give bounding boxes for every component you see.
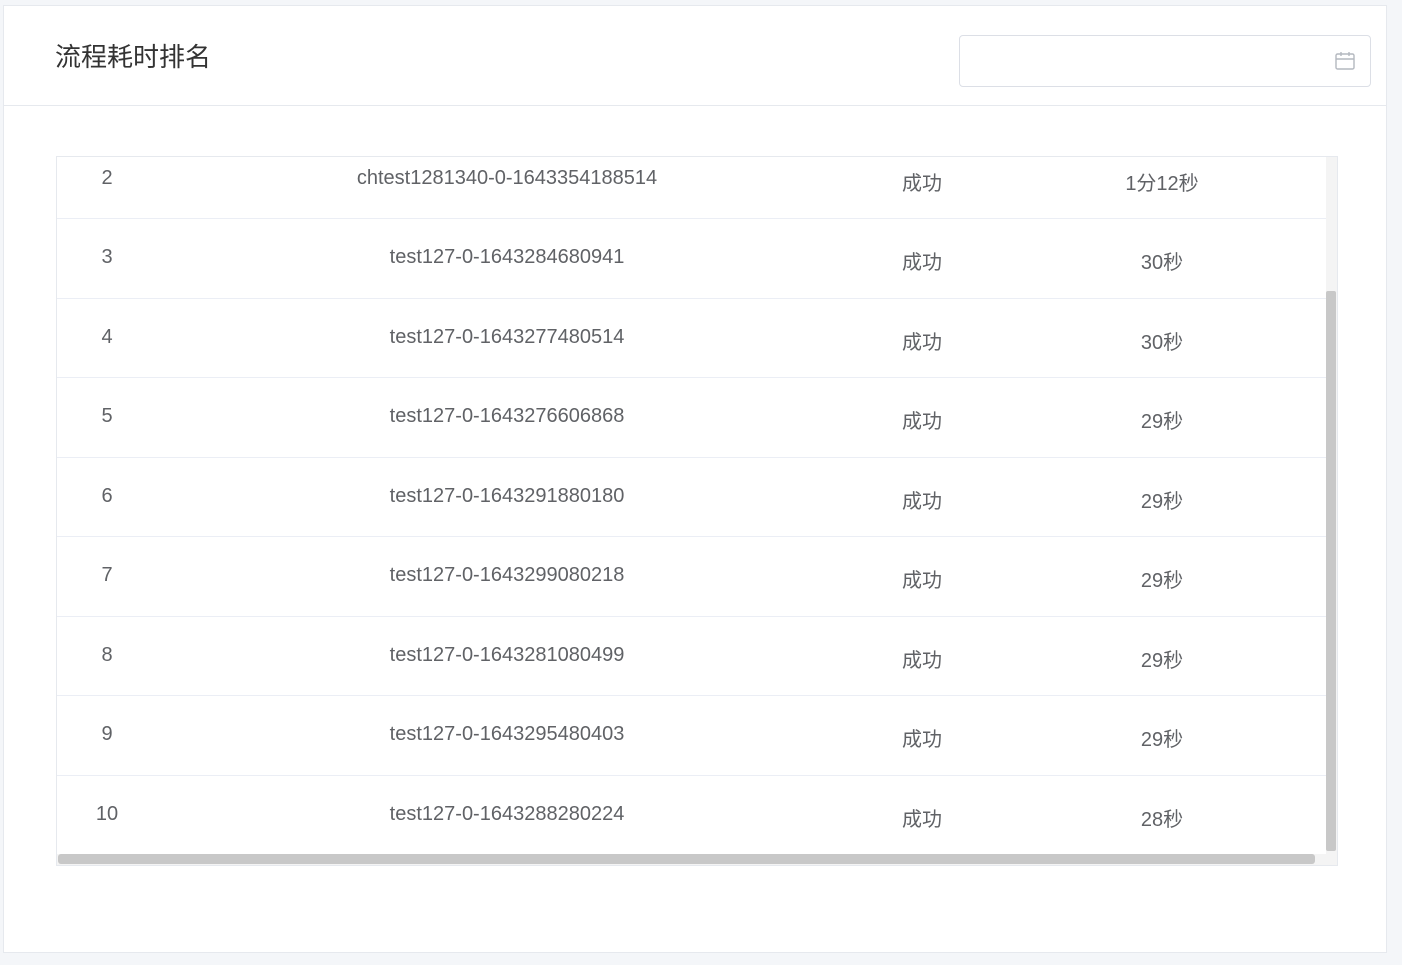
process-name-cell: test127-0-1643299080218 <box>389 564 625 586</box>
process-name-cell: test127-0-1643288280224 <box>389 802 625 825</box>
rank-cell: 10 <box>95 802 119 825</box>
status-cell: 成功 <box>902 729 942 751</box>
status-cell: 成功 <box>902 649 942 672</box>
duration-cell: 30秒 <box>1140 331 1184 354</box>
panel-header: 流程耗时排名 <box>4 6 1386 106</box>
panel-title: 流程耗时排名 <box>55 42 212 72</box>
rank-cell: 3 <box>101 246 113 268</box>
ranking-table: 2 chtest1281340-0-1643354188514 成功 1分12秒… <box>56 156 1338 866</box>
process-name-cell: test127-0-1643284680941 <box>389 246 625 268</box>
duration-cell: 29秒 <box>1140 570 1184 592</box>
process-name-cell: test127-0-1643291880180 <box>389 484 625 507</box>
table-row: 8 test127-0-1643281080499 成功 29秒 <box>57 617 1327 696</box>
process-name-cell: chtest1281340-0-1643354188514 <box>356 167 658 189</box>
table-row: 6 test127-0-1643291880180 成功 29秒 <box>57 458 1327 537</box>
horizontal-scroll-thumb[interactable] <box>58 854 1315 864</box>
duration-cell: 1分12秒 <box>1125 173 1199 195</box>
status-cell: 成功 <box>902 808 942 831</box>
status-cell: 成功 <box>902 252 942 274</box>
rank-cell: 2 <box>101 167 113 189</box>
horizontal-scrollbar[interactable] <box>57 854 1337 865</box>
calendar-icon[interactable] <box>1334 50 1356 72</box>
process-name-cell: test127-0-1643295480403 <box>389 723 625 745</box>
process-name-cell: test127-0-1643281080499 <box>389 643 625 666</box>
process-name-cell: test127-0-1643277480514 <box>389 325 625 348</box>
ranking-panel: 流程耗时排名 2 chtest1281340-0-1643354188514 成… <box>3 5 1387 953</box>
table-row: 7 test127-0-1643299080218 成功 29秒 <box>57 537 1327 617</box>
date-input[interactable] <box>970 44 1324 80</box>
status-cell: 成功 <box>902 490 942 513</box>
rank-cell: 7 <box>101 564 113 586</box>
duration-cell: 28秒 <box>1140 808 1184 831</box>
duration-cell: 29秒 <box>1140 729 1184 751</box>
rank-cell: 4 <box>101 325 113 348</box>
duration-cell: 29秒 <box>1140 490 1184 513</box>
process-name-cell: test127-0-1643276606868 <box>389 405 625 427</box>
table-row: 3 test127-0-1643284680941 成功 30秒 <box>57 219 1327 299</box>
rank-cell: 8 <box>101 643 113 666</box>
rank-cell: 5 <box>101 405 113 427</box>
duration-cell: 29秒 <box>1140 411 1184 433</box>
status-cell: 成功 <box>902 331 942 354</box>
table-row: 10 test127-0-1643288280224 成功 28秒 <box>57 776 1327 855</box>
table-row: 9 test127-0-1643295480403 成功 29秒 <box>57 696 1327 776</box>
status-cell: 成功 <box>902 173 942 195</box>
table-body: 2 chtest1281340-0-1643354188514 成功 1分12秒… <box>57 157 1327 855</box>
duration-cell: 30秒 <box>1140 252 1184 274</box>
table-row: 5 test127-0-1643276606868 成功 29秒 <box>57 378 1327 458</box>
date-picker[interactable] <box>959 35 1371 87</box>
vertical-scrollbar[interactable] <box>1326 157 1337 865</box>
table-row: 4 test127-0-1643277480514 成功 30秒 <box>57 299 1327 378</box>
duration-cell: 29秒 <box>1140 649 1184 672</box>
rank-cell: 6 <box>101 484 113 507</box>
table-row: 2 chtest1281340-0-1643354188514 成功 1分12秒 <box>57 157 1327 219</box>
vertical-scroll-thumb[interactable] <box>1326 291 1336 851</box>
rank-cell: 9 <box>101 723 113 745</box>
status-cell: 成功 <box>902 570 942 592</box>
status-cell: 成功 <box>902 411 942 433</box>
